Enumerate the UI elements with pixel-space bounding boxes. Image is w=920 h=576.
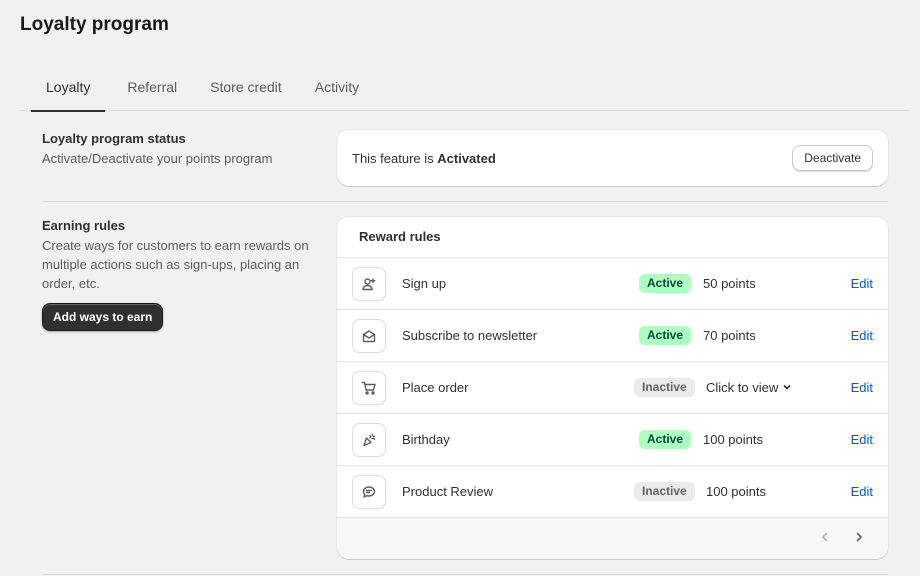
bottom-divider (42, 574, 888, 575)
add-ways-to-earn-button[interactable]: Add ways to earn (42, 303, 164, 331)
feature-status-text: This feature is Activated (352, 151, 496, 166)
tab-referral[interactable]: Referral (116, 68, 188, 111)
rule-name: Sign up (402, 276, 447, 291)
tab-store-credit[interactable]: Store credit (199, 68, 293, 111)
rule-name: Subscribe to newsletter (402, 328, 538, 343)
page-title: Loyalty program (20, 14, 169, 35)
status-heading: Loyalty program status (42, 131, 186, 146)
next-page-button[interactable] (850, 530, 868, 548)
envelope-icon (352, 319, 386, 353)
rule-points: 100 points (703, 432, 763, 447)
rule-row-sign-up: Sign up Active 50 points Edit (337, 258, 888, 310)
feature-status-prefix: This feature is (352, 150, 438, 166)
section-divider (42, 201, 888, 202)
tab-bar: Loyalty Referral Store credit Activity (20, 68, 910, 112)
status-badge: Active (639, 274, 692, 293)
reward-rules-title: Reward rules (337, 217, 888, 258)
status-badge: Inactive (634, 482, 695, 501)
rule-row-place-order: Place order Inactive Click to view Edit (337, 362, 888, 414)
chevron-left-icon (819, 530, 831, 548)
rule-points: 100 points (706, 484, 766, 499)
status-card: This feature is Activated Deactivate (337, 130, 888, 186)
rule-name: Place order (402, 380, 469, 395)
status-badge: Active (639, 326, 692, 345)
rule-points: 50 points (703, 276, 756, 291)
status-badge: Active (639, 430, 692, 449)
edit-link[interactable]: Edit (851, 258, 873, 309)
click-to-view-dropdown[interactable]: Click to view (706, 362, 792, 413)
feature-status-value: Activated (437, 150, 496, 166)
cart-icon (352, 371, 386, 405)
rule-row-birthday: Birthday Active 100 points Edit (337, 414, 888, 466)
rule-name: Birthday (402, 432, 450, 447)
earning-description: Create ways for customers to earn reward… (42, 238, 309, 291)
chat-bubble-icon (352, 475, 386, 509)
deactivate-button[interactable]: Deactivate (792, 145, 873, 171)
status-badge: Inactive (634, 378, 695, 397)
edit-link[interactable]: Edit (851, 310, 873, 361)
rule-row-newsletter: Subscribe to newsletter Active 70 points… (337, 310, 888, 362)
edit-link[interactable]: Edit (851, 466, 873, 517)
status-section-label: Loyalty program status Activate/Deactiva… (42, 131, 322, 168)
pagination (337, 517, 888, 559)
status-description: Activate/Deactivate your points program (42, 151, 273, 166)
edit-link[interactable]: Edit (851, 414, 873, 465)
earning-heading: Earning rules (42, 218, 126, 233)
tab-activity[interactable]: Activity (304, 68, 370, 111)
rule-points: 70 points (703, 328, 756, 343)
rule-row-product-review: Product Review Inactive 100 points Edit (337, 466, 888, 518)
earning-section-label: Earning rules Create ways for customers … (42, 218, 322, 293)
reward-rules-card: Reward rules Sign up Active 50 points Ed… (337, 217, 888, 559)
chevron-right-icon (853, 530, 865, 548)
rule-name: Product Review (402, 484, 494, 499)
tab-loyalty[interactable]: Loyalty (31, 68, 106, 112)
edit-link[interactable]: Edit (851, 362, 873, 413)
previous-page-button[interactable] (816, 530, 834, 548)
confetti-icon (352, 423, 386, 457)
chevron-down-icon (782, 362, 792, 413)
person-add-icon (352, 267, 386, 301)
click-to-view-label: Click to view (706, 380, 779, 395)
